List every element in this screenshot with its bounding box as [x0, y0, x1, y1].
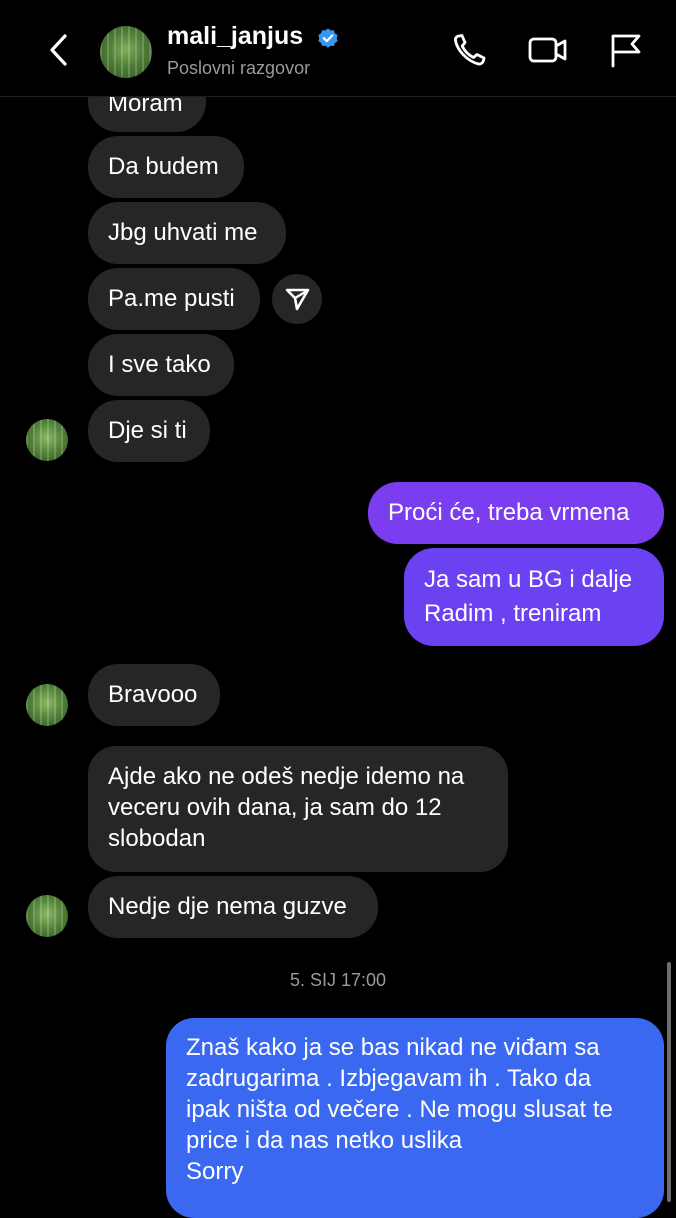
message-text: I sve tako: [108, 351, 211, 378]
message-text: Da budem: [108, 153, 219, 180]
timestamp: 5. SIJ 17:00: [289, 970, 387, 990]
chat-subtitle: Poslovni razgovor: [167, 58, 311, 78]
video-camera-icon: [528, 37, 567, 63]
message-incoming[interactable]: Da budem: [88, 136, 244, 198]
message-text: Jbg uhvati me: [108, 219, 258, 246]
message-text-line: Ajde ako ne odeš nedje idemo na: [108, 763, 465, 790]
message-text-line: zadrugarima . Izbjegavam ih . Tako da: [186, 1065, 592, 1092]
back-button[interactable]: [40, 30, 80, 70]
message-incoming[interactable]: Pa.me pusti: [88, 268, 260, 330]
chat-header: mali_janjus Poslovni razgovor: [0, 0, 676, 97]
phone-icon: [454, 34, 486, 66]
share-message-button[interactable]: [272, 274, 322, 324]
message-incoming[interactable]: Jbg uhvati me: [88, 202, 286, 264]
verified-badge-icon: [318, 28, 338, 48]
message-text: Proći će, treba vrmena: [388, 499, 630, 526]
message-text: Pa.me pusti: [108, 285, 235, 312]
flag-icon: [611, 34, 641, 68]
message-outgoing[interactable]: Znaš kako ja se bas nikad ne viđam sa za…: [166, 1018, 664, 1218]
message-text: Nedje dje nema guzve: [108, 893, 347, 920]
video-call-button[interactable]: [527, 30, 567, 70]
message-incoming[interactable]: I sve tako: [88, 334, 234, 396]
sender-avatar[interactable]: [26, 684, 68, 726]
back-chevron-icon: [50, 34, 67, 66]
message-text-line: ipak ništa od večere . Ne mogu slusat te: [186, 1096, 613, 1123]
profile-avatar[interactable]: [100, 26, 152, 78]
message-text-line: price i da nas netko uslika: [186, 1127, 463, 1154]
message-text-line: veceru ovih dana, ja sam do 12: [108, 794, 442, 821]
message-text-line: Sorry: [186, 1158, 244, 1185]
username[interactable]: mali_janjus: [167, 22, 303, 51]
message-incoming[interactable]: Nedje dje nema guzve: [88, 876, 378, 938]
message-text-line: slobodan: [108, 825, 206, 852]
sender-avatar[interactable]: [26, 895, 68, 937]
message-text-line: Ja sam u BG i dalje: [424, 566, 633, 593]
sender-avatar[interactable]: [26, 419, 68, 461]
message-text-line: Radim , treniram: [424, 600, 602, 627]
message-outgoing[interactable]: Ja sam u BG i dalje Radim , treniram: [404, 548, 664, 646]
message-text: Bravooo: [108, 681, 198, 708]
send-icon: [285, 288, 310, 311]
message-outgoing[interactable]: Proći će, treba vrmena: [368, 482, 664, 544]
message-incoming[interactable]: Bravooo: [88, 664, 220, 726]
message-text-line: Znaš kako ja se bas nikad ne viđam sa: [186, 1034, 600, 1061]
message-incoming[interactable]: Ajde ako ne odeš nedje idemo na veceru o…: [88, 746, 508, 872]
scrollbar[interactable]: [667, 962, 671, 1202]
audio-call-button[interactable]: [450, 30, 490, 70]
message-text: Dje si ti: [108, 417, 187, 444]
message-incoming[interactable]: Dje si ti: [88, 400, 210, 462]
report-button[interactable]: [606, 30, 646, 70]
